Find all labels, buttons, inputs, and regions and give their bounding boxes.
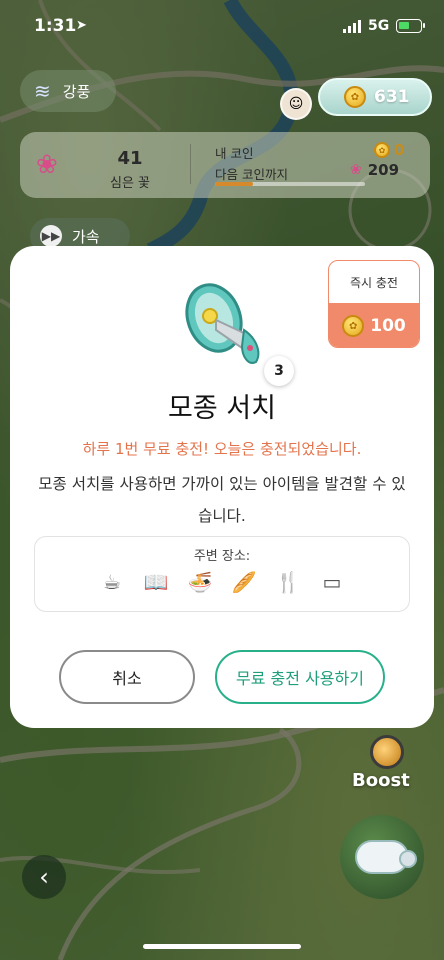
status-time: 1:31 [34,16,77,36]
battery-icon [396,19,425,33]
coin-icon: ✿ [342,315,365,337]
next-coin-progress [215,182,365,186]
boost-icon[interactable] [370,735,404,769]
my-coin-number: 0 [394,141,405,159]
nearby-places-box: 주변 장소: ☕ 📖 🍜 🥖 🍴 ▭ [34,536,410,612]
progress-fill [215,182,253,186]
network-label: 5G [368,18,390,34]
instant-charge-button[interactable]: 즉시 충전 ✿ 100 [328,260,420,348]
signal-icon [343,20,361,33]
wind-pill[interactable]: ≋ 강풍 [20,70,116,112]
home-indicator[interactable] [143,944,301,949]
free-charge-note: 하루 1번 무료 충전! 오늘은 충전되었습니다. [82,440,362,458]
planted-label: 심은 꽃 [109,176,150,191]
nearby-places-icons: ☕ 📖 🍜 🥖 🍴 ▭ [101,570,343,594]
coin-balance[interactable]: ✿ 631 [318,78,432,116]
wind-label: 강풍 [62,82,91,101]
next-coin-value: ❀ 209 [350,161,399,179]
nearby-places-label: 주변 장소: [193,549,251,564]
item-count-badge: 3 [264,356,294,386]
boost-label[interactable]: Boost [352,770,410,791]
wind-icon: ≋ [34,79,51,103]
flower-icon: ❀ [350,162,362,178]
modal-description: 모종 서치를 사용하면 가까이 있는 아이템을 발견할 수 있습니다. [38,475,406,525]
utensils-icon: 🍴 [275,570,301,594]
coin-balance-value: 631 [374,87,410,107]
megaphone-icon [185,283,260,364]
instant-charge-price: ✿ 100 [329,303,419,347]
book-icon: 📖 [143,570,169,594]
coin-icon: ✿ [344,86,366,108]
use-free-charge-button[interactable]: 무료 충전 사용하기 [215,650,385,704]
coin-icon: ✿ [374,142,390,158]
seedling-search-modal: 즉시 충전 ✿ 100 3 모종 서치 하루 1번 무료 충전! 오늘은 충전되… [10,246,434,728]
location-arrow-icon: ➤ [76,18,87,33]
back-button[interactable]: ‹ [22,855,66,899]
coffee-icon: ☕ [103,570,121,594]
my-coin-label: 내 코인 [215,146,254,161]
status-bar: 1:31 ➤ 5G [0,0,444,56]
divider [190,144,191,184]
instant-charge-label: 즉시 충전 [350,275,398,290]
bread-icon: 🥖 [231,570,257,594]
cancel-button[interactable]: 취소 [59,650,195,704]
modal-title: 모종 서치 [168,393,276,424]
noodle-bowl-icon: 🍜 [187,570,213,594]
flower-icon: ❀ [36,150,58,180]
my-coin-value: ✿ 0 [374,141,404,159]
avatar[interactable]: ☺ [280,88,312,120]
whistle-button[interactable] [340,815,424,899]
planted-count: 41 [117,148,143,169]
bench-icon: ▭ [322,570,342,594]
next-coin-number: 209 [367,161,400,179]
instant-charge-price-value: 100 [370,316,406,336]
speed-label: 가속 [72,227,100,246]
next-coin-label: 다음 코인까지 [215,167,288,182]
whistle-icon [355,840,417,874]
speed-icon: ▶▶ [40,225,62,247]
